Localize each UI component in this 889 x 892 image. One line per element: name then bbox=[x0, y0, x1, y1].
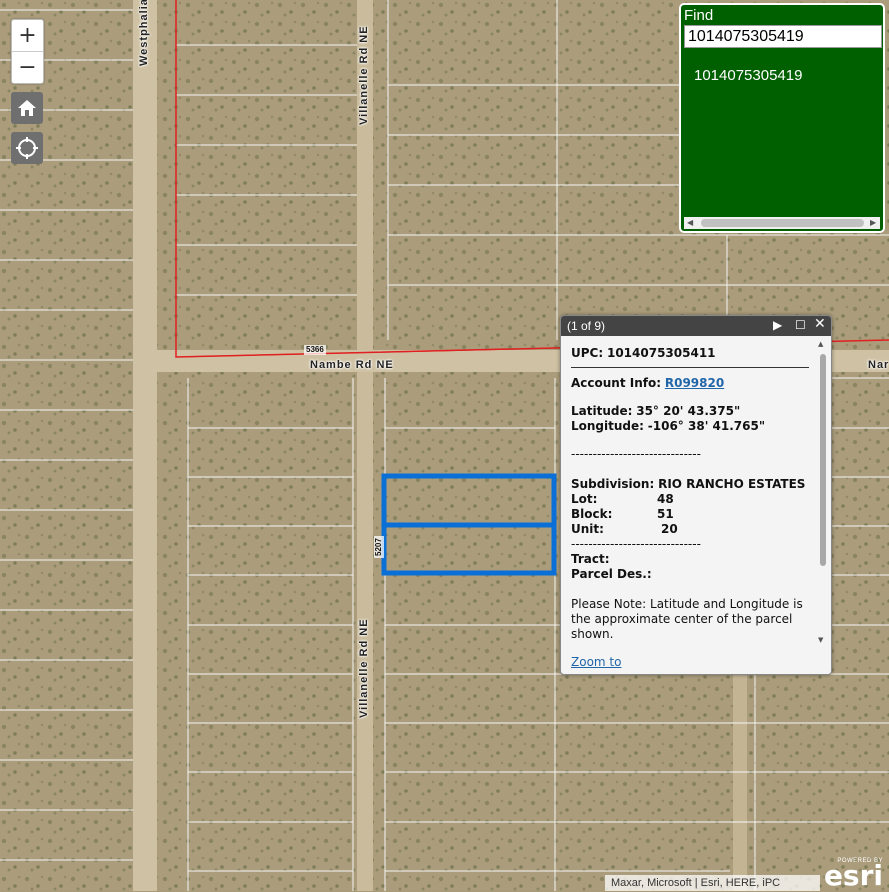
find-title: Find bbox=[684, 7, 714, 24]
road-label-nambe: Nambe Rd NE bbox=[310, 359, 394, 371]
latitude-label: Latitude: bbox=[571, 404, 633, 418]
popup-count: (1 of 9) bbox=[567, 319, 606, 333]
scroll-up-icon[interactable]: ▲ bbox=[818, 340, 823, 348]
route-number-nambe: 5366 bbox=[304, 345, 326, 355]
road-label-villanelle-north: Villanelle Rd NE bbox=[358, 25, 370, 125]
find-result-item[interactable]: 1014075305419 bbox=[694, 67, 802, 84]
zoom-to-link[interactable]: Zoom to bbox=[571, 655, 621, 669]
zoom-in-button[interactable]: + bbox=[12, 20, 43, 51]
unit-value: 20 bbox=[661, 522, 678, 536]
esri-logo[interactable]: POWERED BY esri bbox=[823, 858, 883, 892]
next-feature-icon[interactable]: ▶ bbox=[773, 318, 782, 332]
lot-label: Lot: bbox=[571, 492, 598, 506]
maximize-icon[interactable]: ☐ bbox=[795, 318, 806, 332]
route-number-villanelle: 5207 bbox=[374, 536, 384, 558]
scroll-right-icon[interactable]: ▶ bbox=[870, 218, 876, 227]
home-button[interactable] bbox=[11, 92, 43, 124]
locate-icon bbox=[16, 137, 38, 159]
parcel-des-label: Parcel Des.: bbox=[571, 567, 652, 581]
subdivision-value: RIO RANCHO ESTATES bbox=[658, 477, 806, 491]
account-link[interactable]: R099820 bbox=[665, 376, 724, 390]
popup-content: UPC: 1014075305411 Account Info: R099820… bbox=[571, 346, 811, 642]
find-panel: Find 1014075305419 ◀ ▶ bbox=[679, 3, 885, 233]
locate-button[interactable] bbox=[11, 132, 43, 164]
longitude-value: -106° 38' 41.765" bbox=[647, 419, 766, 433]
account-label: Account Info: bbox=[571, 376, 662, 390]
popup-note: Please Note: Latitude and Longitude is t… bbox=[571, 597, 803, 641]
popup-vertical-scrollbar[interactable]: ▲ ▼ bbox=[818, 340, 828, 645]
popup-scroll-thumb[interactable] bbox=[820, 354, 826, 566]
popup-divider bbox=[571, 367, 809, 368]
latitude-value: 35° 20' 43.375" bbox=[636, 404, 741, 418]
road-villanelle bbox=[357, 0, 373, 891]
home-icon bbox=[18, 100, 36, 116]
close-icon[interactable]: ✕ bbox=[814, 316, 826, 332]
find-horizontal-scrollbar[interactable]: ◀ ▶ bbox=[684, 217, 880, 229]
scroll-left-icon[interactable]: ◀ bbox=[687, 218, 693, 227]
road-label-westphalia: Westphalia bbox=[138, 0, 150, 66]
road-label-villanelle-south: Villanelle Rd NE bbox=[358, 618, 370, 718]
zoom-out-button[interactable]: − bbox=[12, 51, 43, 83]
upc-label: UPC: bbox=[571, 346, 604, 360]
scroll-down-icon[interactable]: ▼ bbox=[818, 636, 823, 644]
upc-value: 1014075305411 bbox=[606, 346, 716, 360]
zoom-controls: + − bbox=[11, 19, 44, 84]
esri-wordmark: esri bbox=[823, 859, 883, 892]
find-scroll-thumb[interactable] bbox=[701, 219, 864, 227]
block-value: 51 bbox=[657, 507, 674, 521]
road-westphalia bbox=[133, 0, 157, 891]
parcel-popup: (1 of 9) ▶ ☐ ✕ UPC: 1014075305411 Accoun… bbox=[560, 315, 832, 675]
map-attribution: Maxar, Microsoft | Esri, HERE, iPC bbox=[605, 875, 820, 891]
find-input[interactable] bbox=[684, 25, 882, 48]
road-label-nambe-right: Nar bbox=[868, 359, 889, 371]
subdivision-label: Subdivision: bbox=[571, 477, 655, 491]
tract-label: Tract: bbox=[571, 552, 610, 566]
popup-header: (1 of 9) ▶ ☐ ✕ bbox=[561, 316, 831, 336]
block-label: Block: bbox=[571, 507, 613, 521]
separator-line-2: ------------------------------ bbox=[571, 537, 701, 551]
longitude-label: Longitude: bbox=[571, 419, 644, 433]
lot-value: 48 bbox=[657, 492, 674, 506]
unit-label: Unit: bbox=[571, 522, 604, 536]
separator-line: ------------------------------ bbox=[571, 447, 701, 461]
